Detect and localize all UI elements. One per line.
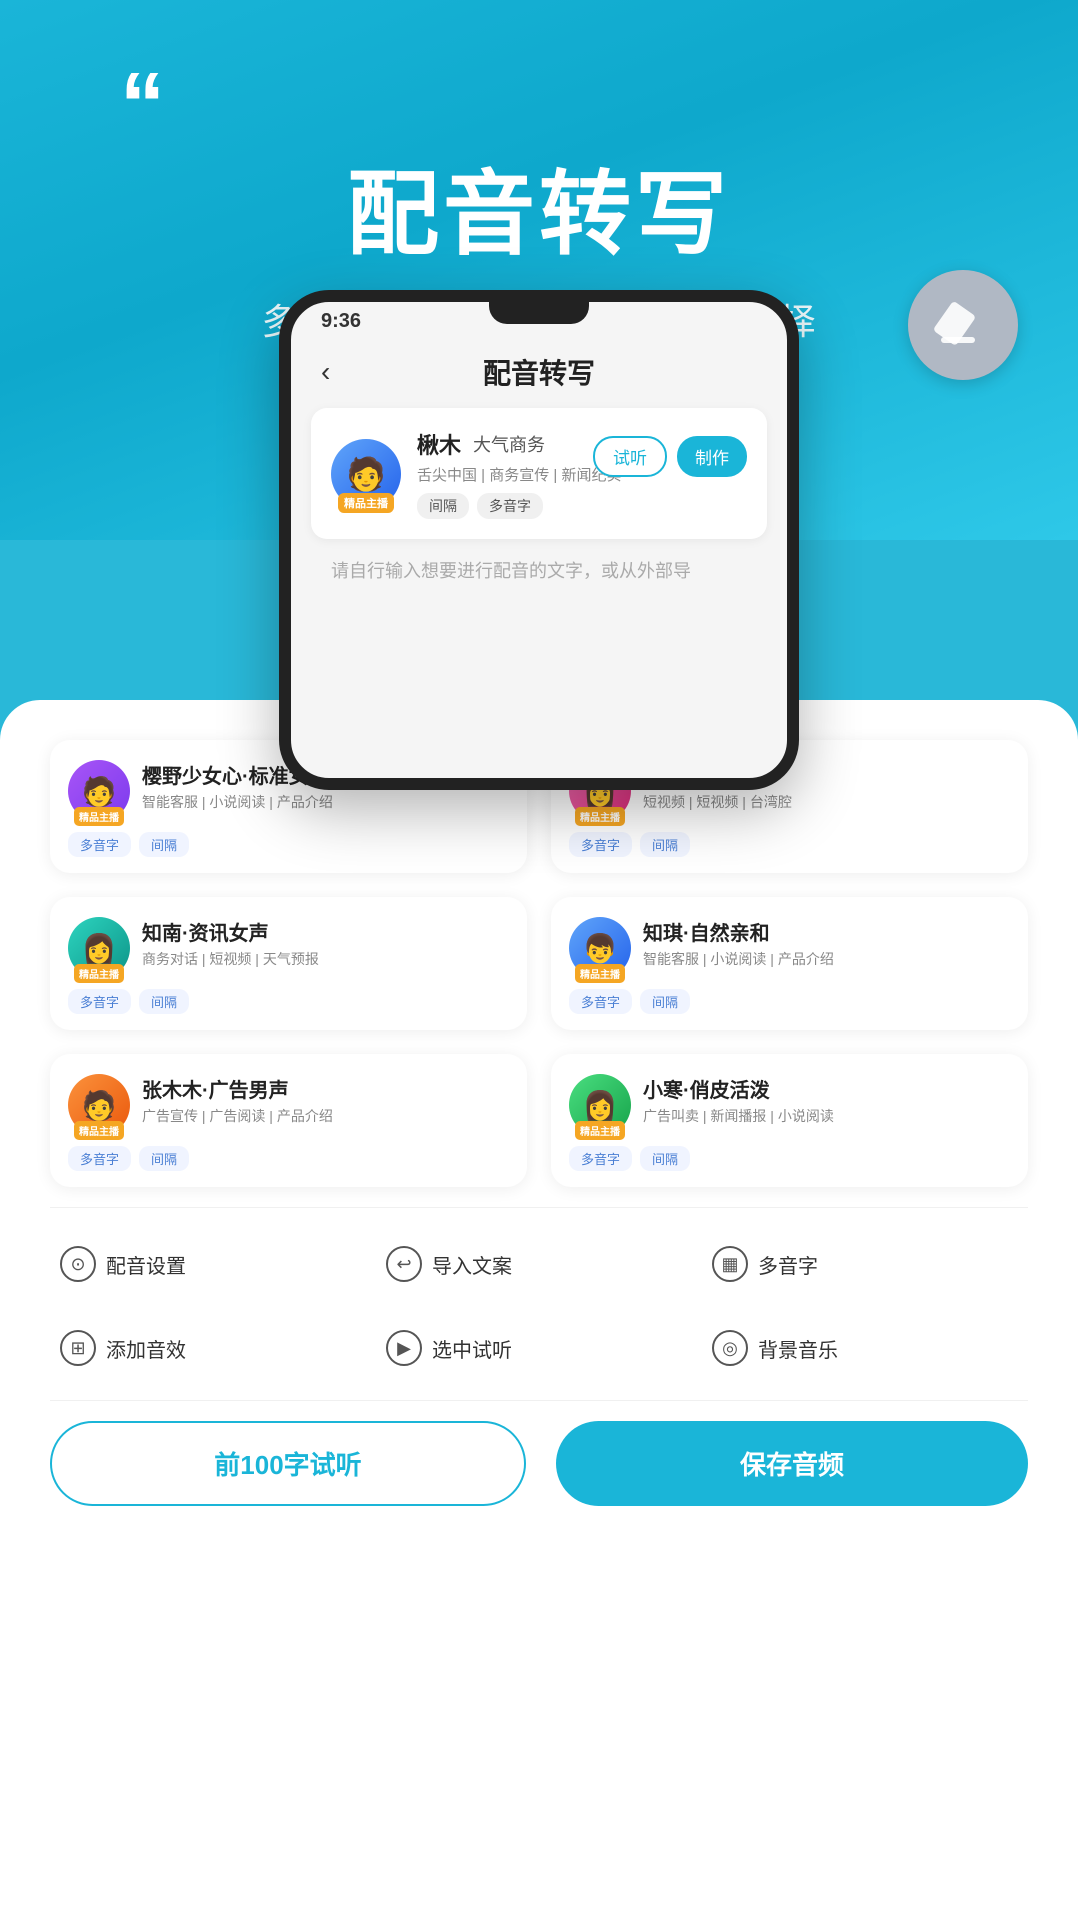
vc-desc-5: 广告叫卖 | 新闻播报 | 小说阅读 [643,1107,834,1127]
vc-tag2-5: 间隔 [640,1146,690,1171]
toolbar-icon-0: ⊙ [60,1246,96,1282]
vc-desc-4: 广告宣传 | 广告阅读 | 产品介绍 [142,1107,333,1127]
vc-tag2-0: 间隔 [139,832,189,857]
toolbar-icon-5: ◎ [712,1330,748,1366]
toolbar-item-3[interactable]: ⊞ 添加音效 [60,1316,366,1380]
vc-tag2-4: 间隔 [139,1146,189,1171]
vc-avatar-0: 🧑 精品主播 [68,760,130,822]
vc-info-5: 小寒·俏皮活泼 广告叫卖 | 新闻播报 | 小说阅读 [643,1074,834,1127]
vc-desc-3: 智能客服 | 小说阅读 | 产品介绍 [643,950,834,970]
vc-name-4: 张木木·广告男声 [142,1074,333,1103]
bottom-buttons: 前100字试听 保存音频 [0,1401,1078,1536]
vc-info-3: 知琪·自然亲和 智能客服 | 小说阅读 | 产品介绍 [643,917,834,970]
voice-btn-row: 试听 制作 [593,436,747,477]
listen-button[interactable]: 试听 [593,436,667,477]
vc-tags-3: 多音字 间隔 [569,989,1010,1014]
input-hint: 请自行输入想要进行配音的文字，或从外部导 [311,539,767,601]
main-voice-card: 🧑 精品主播 楸木 大气商务 舌尖中国 | 商务宣传 | 新闻纪实 间隔 多音字 [311,408,767,539]
vc-desc-2: 商务对话 | 短视频 | 天气预报 [142,950,319,970]
vc-tag1-4: 多音字 [68,1146,131,1171]
toolbar-label-2: 多音字 [758,1250,818,1279]
toolbar-item-0[interactable]: ⊙ 配音设置 [60,1232,366,1296]
voice-name: 楸木 [417,428,461,460]
vc-name-3: 知琪·自然亲和 [643,917,834,946]
edit-icon-circle[interactable] [908,270,1018,380]
save-button[interactable]: 保存音频 [556,1421,1028,1506]
make-button[interactable]: 制作 [677,436,747,477]
toolbar: ⊙ 配音设置 ↩ 导入文案 ▦ 多音字 ⊞ 添加音效 ▶ 选中试听 ◎ 背景音乐 [0,1208,1078,1400]
voice-chip-row: 间隔 多音字 [417,493,747,519]
phone-frame: 9:36 ‹ 配音转写 🧑 精品主播 楸木 大气商务 舌尖中国 | 商务宣传 |… [279,290,799,790]
toolbar-item-1[interactable]: ↩ 导入文案 [386,1232,692,1296]
toolbar-icon-3: ⊞ [60,1330,96,1366]
vc-avatar-4: 🧑 精品主播 [68,1074,130,1136]
phone-content: 🧑 精品主播 楸木 大气商务 舌尖中国 | 商务宣传 | 新闻纪实 间隔 多音字 [291,408,787,601]
vc-tag1-0: 多音字 [68,832,131,857]
vc-info-2: 知南·资讯女声 商务对话 | 短视频 | 天气预报 [142,917,319,970]
vc-tags-2: 多音字 间隔 [68,989,509,1014]
vc-badge-4: 精品主播 [74,1121,124,1140]
vc-info-4: 张木木·广告男声 广告宣传 | 广告阅读 | 产品介绍 [142,1074,333,1127]
vc-tag2-2: 间隔 [139,989,189,1014]
toolbar-icon-2: ▦ [712,1246,748,1282]
toolbar-icon-4: ▶ [386,1330,422,1366]
vc-tags-5: 多音字 间隔 [569,1146,1010,1171]
vc-tag2-3: 间隔 [640,989,690,1014]
back-button[interactable]: ‹ [321,356,330,388]
voice-card-5[interactable]: 👩 精品主播 小寒·俏皮活泼 广告叫卖 | 新闻播报 | 小说阅读 多音字 间隔 [551,1054,1028,1187]
vc-badge-2: 精品主播 [74,964,124,983]
vc-tag1-5: 多音字 [569,1146,632,1171]
vc-avatar-3: 👦 精品主播 [569,917,631,979]
bottom-area: 🧑 精品主播 樱野少女心·标准女声 智能客服 | 小说阅读 | 产品介绍 多音字… [0,700,1078,1918]
toolbar-icon-1: ↩ [386,1246,422,1282]
toolbar-label-1: 导入文案 [432,1250,512,1279]
vc-tags-4: 多音字 间隔 [68,1146,509,1171]
chip-polyphone: 多音字 [477,493,543,519]
vc-top: 👩 精品主播 小寒·俏皮活泼 广告叫卖 | 新闻播报 | 小说阅读 [569,1074,1010,1136]
phone-mockup: 9:36 ‹ 配音转写 🧑 精品主播 楸木 大气商务 舌尖中国 | 商务宣传 |… [249,290,829,850]
phone-notch [489,302,589,324]
vc-top: 👦 精品主播 知琪·自然亲和 智能客服 | 小说阅读 | 产品介绍 [569,917,1010,979]
toolbar-item-4[interactable]: ▶ 选中试听 [386,1316,692,1380]
chip-interval: 间隔 [417,493,469,519]
vc-badge-5: 精品主播 [575,1121,625,1140]
vc-tag1-3: 多音字 [569,989,632,1014]
toolbar-label-4: 选中试听 [432,1334,512,1363]
vc-avatar-2: 👩 精品主播 [68,917,130,979]
voice-card-4[interactable]: 🧑 精品主播 张木木·广告男声 广告宣传 | 广告阅读 | 产品介绍 多音字 间… [50,1054,527,1187]
toolbar-item-2[interactable]: ▦ 多音字 [712,1232,1018,1296]
preview-button[interactable]: 前100字试听 [50,1421,526,1506]
vc-badge-0: 精品主播 [74,807,124,826]
vc-name-5: 小寒·俏皮活泼 [643,1074,834,1103]
voice-card-2[interactable]: 👩 精品主播 知南·资讯女声 商务对话 | 短视频 | 天气预报 多音字 间隔 [50,897,527,1030]
main-avatar-badge: 精品主播 [338,493,394,513]
vc-badge-3: 精品主播 [575,964,625,983]
toolbar-label-0: 配音设置 [106,1250,186,1279]
voice-card-3[interactable]: 👦 精品主播 知琪·自然亲和 智能客服 | 小说阅读 | 产品介绍 多音字 间隔 [551,897,1028,1030]
vc-top: 🧑 精品主播 张木木·广告男声 广告宣传 | 广告阅读 | 产品介绍 [68,1074,509,1136]
main-avatar: 🧑 精品主播 [331,439,401,509]
vc-avatar-5: 👩 精品主播 [569,1074,631,1136]
vc-tag1-2: 多音字 [68,989,131,1014]
vc-name-2: 知南·资讯女声 [142,917,319,946]
phone-page-title: 配音转写 [483,352,595,392]
vc-top: 👩 精品主播 知南·资讯女声 商务对话 | 短视频 | 天气预报 [68,917,509,979]
toolbar-label-3: 添加音效 [106,1334,186,1363]
toolbar-label-5: 背景音乐 [758,1334,838,1363]
hero-title: 配音转写 [347,140,731,273]
quote-mark: “ [120,60,165,150]
toolbar-item-5[interactable]: ◎ 背景音乐 [712,1316,1018,1380]
voice-style: 大气商务 [473,431,545,457]
